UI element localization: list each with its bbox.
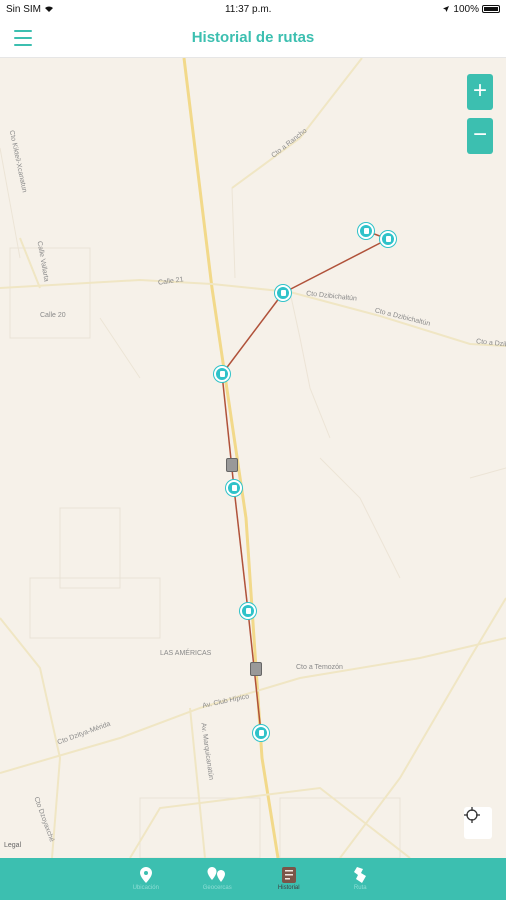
tab-historial[interactable]: Historial [269, 867, 309, 891]
map-pins-icon [207, 867, 226, 882]
location-arrow-icon [443, 6, 450, 12]
crosshair-icon [464, 807, 480, 823]
zoom-in-button[interactable]: + [467, 74, 493, 110]
status-right: 100% [442, 4, 500, 15]
locate-me-button[interactable] [464, 807, 492, 839]
status-left: Sin SIM [6, 4, 54, 15]
map-view[interactable]: Cto a Rancho Calle 21 Calle 20 Cto Dzibi… [0, 58, 506, 858]
tab-ubicacion[interactable]: Ubicación [126, 867, 166, 891]
route-point-marker[interactable] [240, 603, 256, 619]
history-icon [281, 867, 296, 883]
route-point-marker[interactable] [226, 480, 242, 496]
tab-ruta[interactable]: Ruta [340, 867, 380, 891]
tab-geocercas[interactable]: Geocercas [197, 867, 237, 891]
toll-booth-icon [250, 662, 262, 676]
map-pin-icon [139, 867, 152, 883]
clock: 11:37 p.m. [224, 3, 272, 15]
map-label: Calle 20 [40, 312, 66, 319]
route-icon [354, 867, 367, 883]
map-legal-link[interactable]: Legal [4, 842, 21, 849]
tab-label: Geocercas [202, 885, 232, 891]
toll-booth-icon [226, 458, 238, 472]
wifi-icon [45, 6, 54, 12]
tab-label: Historial [277, 885, 300, 891]
tab-label: Ubicación [132, 885, 159, 891]
route-point-marker[interactable] [214, 366, 230, 382]
page-title: Historial de rutas [191, 29, 315, 46]
map-label: LAS AMÉRICAS [160, 650, 212, 657]
route-point-marker[interactable] [275, 285, 291, 301]
status-bar: Sin SIM 11:37 p.m. 100% [0, 0, 506, 18]
route-point-marker[interactable] [380, 231, 396, 247]
app-header: Historial de rutas [0, 18, 506, 58]
carrier-text: Sin SIM [6, 3, 42, 15]
route-point-marker[interactable] [358, 223, 374, 239]
map-label: Cto a Temozón [296, 664, 343, 671]
bottom-tab-bar: Ubicación Geocercas Historial Ruta [0, 858, 506, 900]
tab-label: Ruta [353, 885, 367, 891]
battery-icon [481, 5, 500, 13]
hamburger-menu-icon[interactable] [14, 30, 32, 46]
route-point-marker[interactable] [253, 725, 269, 741]
zoom-out-button[interactable]: − [467, 118, 493, 154]
battery-percent: 100% [453, 3, 479, 15]
